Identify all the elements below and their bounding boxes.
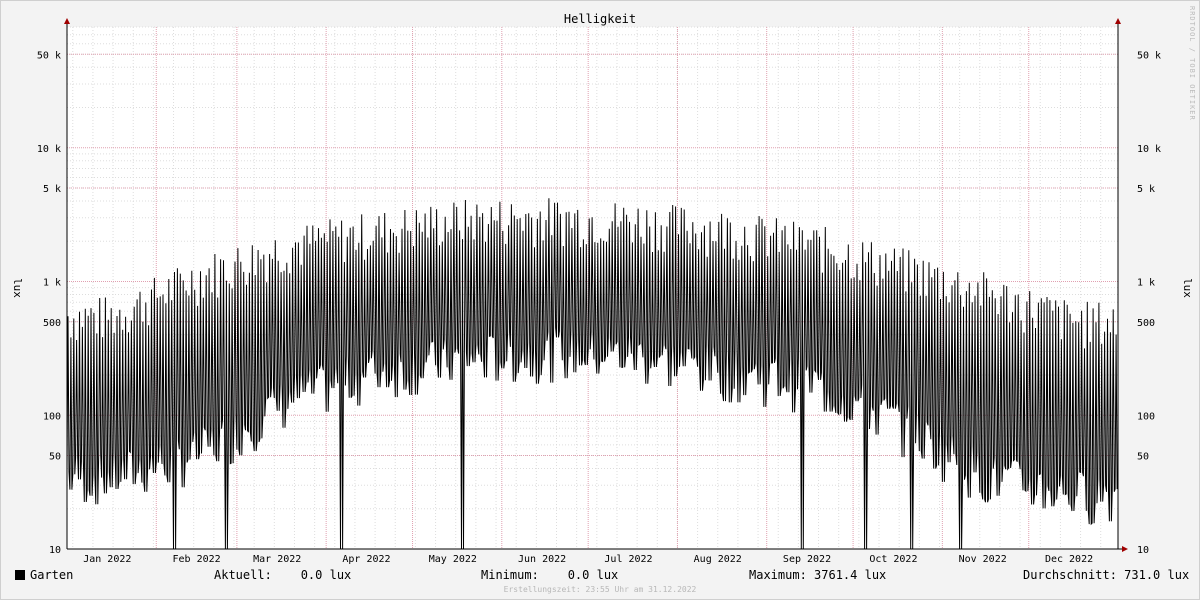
y-tick-label-right: 100 [1137,411,1155,422]
x-tick-label: Oct 2022 [869,554,917,565]
y-axis-arrow-left [64,18,70,24]
legend-maximum: Maximum: 3761.4 lux [749,568,887,582]
y-tick-label-right: 10 [1137,545,1149,556]
legend-minimum: Minimum: 0.0 lux [481,568,619,582]
x-tick-label: Aug 2022 [694,554,742,565]
x-tick-label: Apr 2022 [342,554,390,565]
legend-aktuell: Aktuell: 0.0 lux [214,568,352,582]
x-tick-label: Sep 2022 [783,554,831,565]
y-tick-label-right: 10 k [1137,144,1161,155]
legend-durchschnitt: Durchschnitt: 731.0 lux [1023,568,1190,582]
chart: Helligkeit lux lux 10 10 50 50 100 100 500 500 1… [11,12,1194,565]
chart-title: Helligkeit [564,12,636,26]
x-axis-arrow [1122,546,1128,552]
y-tick-label-right: 500 [1137,318,1155,329]
watermark: RRDTOOL / TOBI OETIKER [1188,6,1196,121]
x-tick-label: May 2022 [429,554,477,565]
y-tick-label-right: 50 k [1137,50,1161,61]
y-tick-label-left: 10 [49,545,61,556]
y-tick-label-left: 10 k [37,144,61,155]
legend-swatch-garten [15,570,25,580]
y-tick-label-right: 50 [1137,452,1149,463]
y-axis-arrow-right [1115,18,1121,24]
x-tick-label: Jan 2022 [83,554,131,565]
y-tick-label-left: 100 [43,411,61,422]
x-tick-label: Jun 2022 [518,554,566,565]
y-axis-label-left: lux [11,278,24,298]
y-tick-label-left: 50 k [37,50,61,61]
y-axis-label-right: lux [1181,278,1194,298]
y-tick-label-left: 5 k [43,184,61,195]
y-tick-label-left: 500 [43,318,61,329]
x-tick-label: Jul 2022 [604,554,652,565]
x-tick-label: Feb 2022 [172,554,220,565]
legend-series-name: Garten [30,568,74,582]
x-tick-label: Dec 2022 [1045,554,1093,565]
x-tick-label: Mar 2022 [253,554,301,565]
y-tick-label-right: 5 k [1137,184,1155,195]
creation-timestamp: Erstellungszeit: 23:55 Uhr am 31.12.2022 [503,585,697,594]
y-tick-label-left: 50 [49,452,61,463]
y-tick-label-left: 1 k [43,278,61,289]
y-tick-label-right: 1 k [1137,278,1155,289]
x-tick-label: Nov 2022 [959,554,1007,565]
